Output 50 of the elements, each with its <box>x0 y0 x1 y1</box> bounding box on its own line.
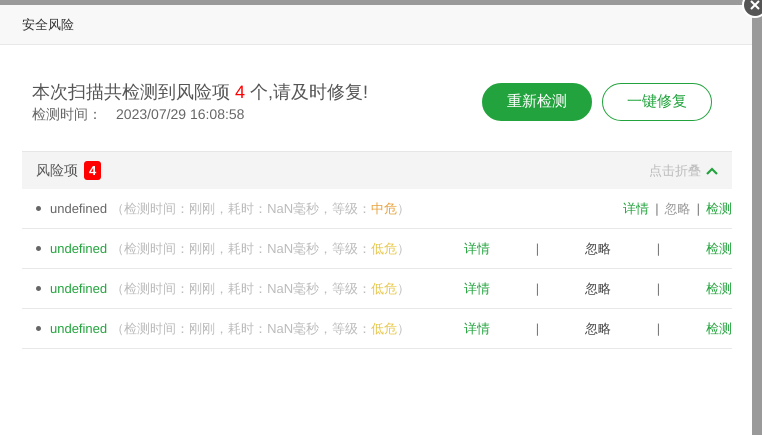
risk-detail: （检测时间：刚刚，耗时：NaN毫秒，等级： <box>111 240 372 258</box>
risk-name: undefined <box>50 280 108 298</box>
risk-level: 低危 <box>371 240 398 258</box>
section-title: 风险项 <box>36 161 78 180</box>
risk-name: undefined <box>50 320 108 338</box>
risk-level: 中危 <box>371 200 398 218</box>
scan-summary: 本次扫描共检测到风险项 4 个,请及时修复! <box>32 81 368 104</box>
risk-name: undefined <box>50 240 108 258</box>
separator: | <box>656 240 660 258</box>
separator: | <box>536 240 540 258</box>
collapse-toggle[interactable]: 点击折叠 <box>649 160 718 180</box>
check-link[interactable]: 检测 <box>706 278 732 298</box>
risk-detail: （检测时间：刚刚，耗时：NaN毫秒，等级： <box>111 280 372 298</box>
bullet-icon <box>36 326 41 331</box>
bullet-icon <box>36 246 41 251</box>
check-link[interactable]: 检测 <box>706 238 732 258</box>
ignore-link[interactable]: 忽略 <box>664 198 691 218</box>
separator: | <box>656 320 660 338</box>
check-link[interactable]: 检测 <box>706 318 732 338</box>
scan-time-label: 检测时间： <box>32 105 102 124</box>
separator: | <box>655 200 659 218</box>
risk-level: 低危 <box>371 280 398 298</box>
fix-all-button[interactable]: 一键修复 <box>602 83 712 121</box>
close-icon <box>750 0 760 10</box>
separator: | <box>536 320 540 338</box>
risk-name: undefined <box>50 200 108 218</box>
separator: | <box>536 280 540 298</box>
risk-detail: （检测时间：刚刚，耗时：NaN毫秒，等级： <box>111 200 372 218</box>
details-link[interactable]: 详情 <box>623 198 650 218</box>
details-link[interactable]: 详情 <box>464 278 490 298</box>
closing-paren: ） <box>397 200 410 218</box>
risk-level: 低危 <box>371 320 398 338</box>
closing-paren: ） <box>397 240 410 258</box>
bullet-icon <box>36 206 41 211</box>
ignore-link[interactable]: 忽略 <box>584 318 611 338</box>
check-link[interactable]: 检测 <box>706 198 732 218</box>
ignore-link[interactable]: 忽略 <box>584 278 611 298</box>
rescan-button[interactable]: 重新检测 <box>482 83 592 121</box>
scan-time-value: 2023/07/29 16:08:58 <box>116 105 244 124</box>
dialog-title: 安全风险 <box>22 16 74 34</box>
details-link[interactable]: 详情 <box>464 318 490 338</box>
details-link[interactable]: 详情 <box>464 238 490 258</box>
closing-paren: ） <box>397 280 410 298</box>
separator: | <box>696 200 700 218</box>
ignore-link[interactable]: 忽略 <box>584 238 611 258</box>
closing-paren: ） <box>397 320 410 338</box>
count-badge: 4 <box>84 161 102 180</box>
risk-detail: （检测时间：刚刚，耗时：NaN毫秒，等级： <box>111 320 372 338</box>
separator: | <box>656 280 660 298</box>
bullet-icon <box>36 286 41 291</box>
